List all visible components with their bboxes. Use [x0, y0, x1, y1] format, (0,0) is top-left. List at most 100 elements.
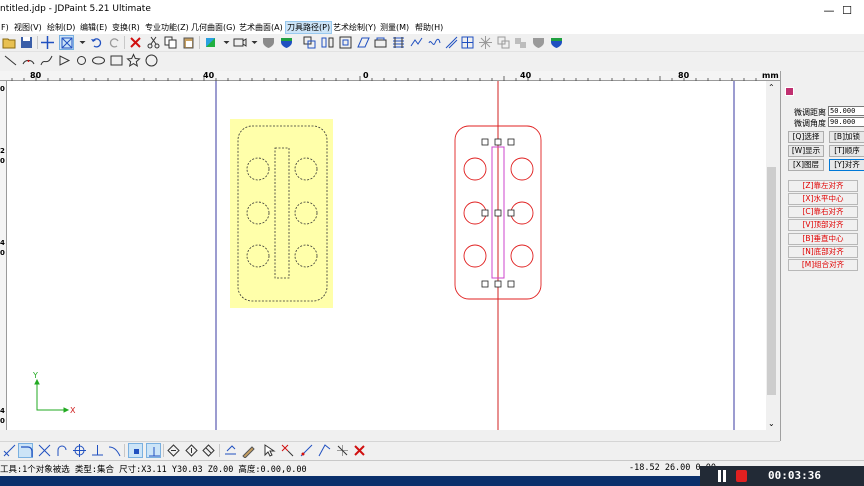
star-gray-icon[interactable] [478, 35, 493, 50]
display-button[interactable]: [W]显示 [788, 145, 824, 157]
crosshair-icon[interactable] [40, 35, 55, 50]
line-icon[interactable] [3, 53, 18, 68]
arc-icon[interactable] [21, 53, 36, 68]
snap-nearest-icon[interactable] [107, 443, 122, 458]
line-edit-icon[interactable] [317, 443, 332, 458]
menu-geometry-surface[interactable]: 几何曲面(G) [190, 21, 236, 34]
cut-icon[interactable] [146, 35, 161, 50]
redo-icon[interactable] [107, 35, 122, 50]
menu-file[interactable]: F) [0, 21, 10, 34]
select-arrow-icon[interactable] [262, 443, 277, 458]
pause-icon[interactable] [718, 470, 721, 482]
layer-tool-icon[interactable] [223, 443, 238, 458]
cross-arrow-icon[interactable] [280, 443, 295, 458]
paste-icon[interactable] [181, 35, 196, 50]
align-left-button[interactable]: [Z]靠左对齐 [788, 180, 858, 192]
ruler-label: 40 [203, 71, 215, 80]
align-right-button[interactable]: [C]靠右对齐 [788, 206, 858, 218]
save-icon[interactable] [19, 35, 34, 50]
diagonal-path-icon[interactable] [444, 35, 459, 50]
star-icon[interactable] [126, 53, 141, 68]
vertical-scrollbar[interactable]: ⌃ ⌄ [766, 81, 778, 430]
shield-color-icon[interactable] [549, 35, 564, 50]
layers-gray-icon[interactable] [513, 35, 528, 50]
diamond-icon-2[interactable] [184, 443, 199, 458]
snap-point-icon[interactable] [128, 443, 143, 458]
path-icon-1[interactable] [302, 35, 317, 50]
align-top-button[interactable]: [V]顶部对齐 [788, 219, 858, 231]
align-hcenter-button[interactable]: [X]水平中心 [788, 193, 858, 205]
circle-icon[interactable] [144, 53, 159, 68]
layer-button[interactable]: [X]图层 [788, 159, 824, 171]
record-timer: 00:03:36 [768, 469, 821, 482]
rectangle-icon[interactable] [109, 53, 124, 68]
view-icon[interactable] [232, 35, 247, 50]
ellipse-icon[interactable] [91, 53, 106, 68]
grid-path-icon[interactable] [391, 35, 406, 50]
menu-view[interactable]: 视图(V) [13, 21, 43, 34]
path-icon-5[interactable] [373, 35, 388, 50]
fine-distance-input[interactable]: 50.000 [828, 106, 864, 116]
path-icon-4[interactable] [356, 35, 371, 50]
ruler-label: 40 [520, 71, 532, 80]
fine-angle-input[interactable]: 90.000 [828, 117, 864, 127]
diamond-icon-3[interactable] [201, 443, 216, 458]
window-title: ntitled.jdp - JDPaint 5.21 Ultimate [0, 4, 151, 14]
diamond-icon-1[interactable] [166, 443, 181, 458]
close-icon[interactable] [352, 443, 367, 458]
chevron-down-icon[interactable] [247, 35, 258, 50]
chevron-down-icon[interactable] [75, 35, 86, 50]
shield-gray-icon[interactable] [531, 35, 546, 50]
spline-icon[interactable] [39, 53, 54, 68]
snap-center-icon[interactable] [72, 443, 87, 458]
menu-transform[interactable]: 变换(R) [111, 21, 141, 34]
delete-icon[interactable] [128, 35, 143, 50]
circle-small-icon[interactable] [74, 53, 89, 68]
node-path-icon[interactable] [409, 35, 424, 50]
menu-help[interactable]: 帮助(H) [414, 21, 444, 34]
menu-professional[interactable]: 专业功能(Z) [144, 21, 190, 34]
menu-edit[interactable]: 编辑(E) [79, 21, 108, 34]
shield-color-icon[interactable] [279, 35, 294, 50]
wave-path-icon[interactable] [427, 35, 442, 50]
snap-angle-icon[interactable] [146, 443, 161, 458]
copy-icon[interactable] [163, 35, 178, 50]
path-icon-2[interactable] [320, 35, 335, 50]
chevron-down-icon[interactable] [219, 35, 230, 50]
menu-toolpath[interactable]: 刀具路径(P) [285, 21, 333, 34]
maximize-button[interactable]: ☐ [830, 0, 864, 21]
select-button[interactable]: [Q]选择 [788, 131, 824, 143]
scroll-thumb[interactable] [767, 167, 776, 395]
lock-button[interactable]: [B]加锁 [829, 131, 864, 143]
measure-icon[interactable] [299, 443, 314, 458]
ellipse-arc-icon[interactable] [57, 53, 72, 68]
edit-tool-icon[interactable] [241, 443, 256, 458]
align-vcenter-button[interactable]: [B]垂直中心 [788, 233, 858, 245]
stop-icon[interactable] [736, 470, 747, 482]
snap-perpendicular-icon[interactable] [90, 443, 105, 458]
shield-gray-icon[interactable] [261, 35, 276, 50]
menu-measure[interactable]: 测量(M) [379, 21, 410, 34]
snap-intersect-icon[interactable] [37, 443, 52, 458]
snap-corner-icon[interactable] [18, 443, 33, 458]
open-icon[interactable] [2, 35, 17, 50]
snap-tangent-icon[interactable] [2, 443, 17, 458]
undo-icon[interactable] [89, 35, 104, 50]
menu-art-draw[interactable]: 艺术绘制(Y) [332, 21, 377, 34]
copy-gray-icon[interactable] [496, 35, 511, 50]
table-path-icon[interactable] [460, 35, 475, 50]
menu-art-surface[interactable]: 艺术曲面(A) [238, 21, 284, 34]
scroll-down-icon[interactable]: ⌄ [768, 419, 775, 428]
align-button[interactable]: [Y]对齐 [829, 159, 864, 171]
scroll-up-icon[interactable]: ⌃ [768, 83, 775, 92]
select-box-icon[interactable] [59, 35, 74, 50]
order-button[interactable]: [T]顺序 [829, 145, 864, 157]
align-bottom-button[interactable]: [N]底部对齐 [788, 246, 858, 258]
drawing-canvas[interactable]: Y X [7, 81, 766, 430]
path-icon-3[interactable] [338, 35, 353, 50]
menu-draw[interactable]: 绘制(D) [46, 21, 76, 34]
color-layer-icon[interactable] [203, 35, 218, 50]
snap-arc-icon[interactable] [55, 443, 70, 458]
align-group-button[interactable]: [M]组合对齐 [788, 259, 858, 271]
trim-icon[interactable] [335, 443, 350, 458]
